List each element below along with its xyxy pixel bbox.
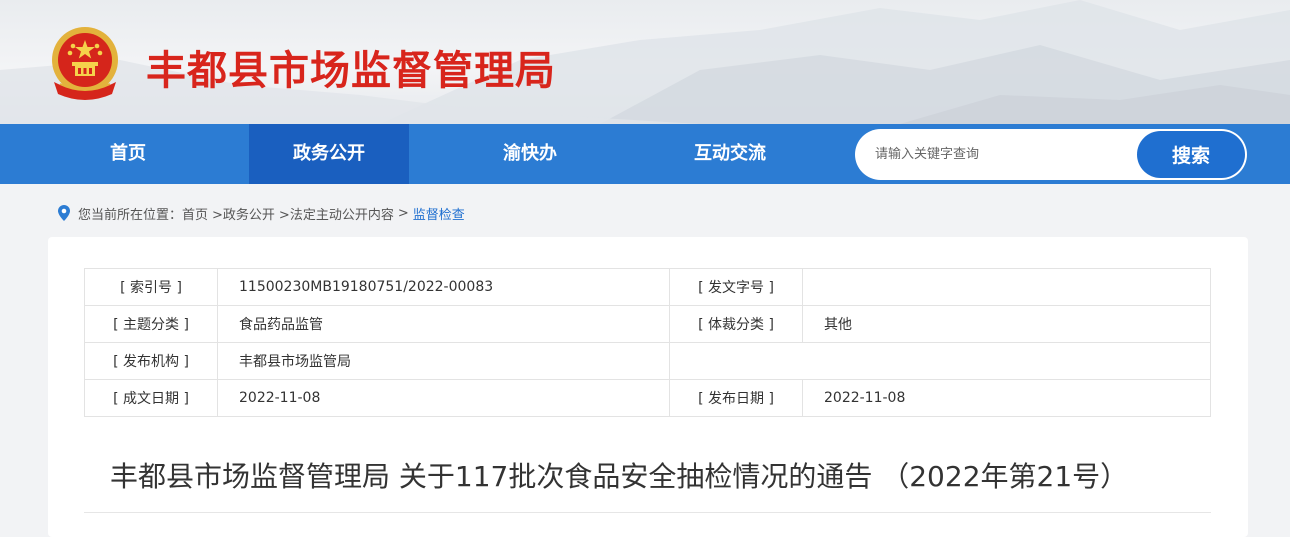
breadcrumb-government-affairs[interactable]: >政务公开 [212,204,275,223]
search-input[interactable] [875,129,1125,180]
table-row: [ 成文日期 ] 2022-11-08 [ 发布日期 ] 2022-11-08 [84,379,1211,417]
publisher-label: [ 发布机构 ] [84,342,218,380]
nav-item-government-affairs[interactable]: 政务公开 [249,124,409,184]
search-button[interactable]: 搜索 [1137,131,1245,178]
location-pin-icon [58,205,70,221]
divider [84,512,1211,513]
nav-item-yukuaiban[interactable]: 渝快办 [450,124,610,184]
site-title[interactable]: 丰都县市场监督管理局 [146,38,556,96]
genre-label: [ 体裁分类 ] [669,305,803,343]
search-box: 搜索 [855,129,1247,180]
breadcrumb: 您当前所在位置：首页 >政务公开 >法定主动公开内容 > 监督检查 [58,203,469,223]
doc-no-label: [ 发文字号 ] [669,268,803,306]
genre-value: 其他 [802,305,1211,343]
published-date-label: [ 发布日期 ] [669,379,803,417]
doc-no-value [802,268,1211,306]
table-row: [ 索引号 ] 11500230MB19180751/2022-00083 [ … [84,268,1211,306]
nav-item-home[interactable]: 首页 [0,124,256,184]
empty-cell [669,342,1211,380]
published-date-value: 2022-11-08 [802,379,1211,417]
created-date-label: [ 成文日期 ] [84,379,218,417]
topic-value: 食品药品监管 [217,305,670,343]
breadcrumb-separator: > [397,205,409,221]
breadcrumb-statutory-disclosure[interactable]: >法定主动公开内容 [279,204,394,223]
table-row: [ 发布机构 ] 丰都县市场监管局 [84,342,1211,380]
nav-item-interaction[interactable]: 互动交流 [650,124,810,184]
national-emblem-icon [52,27,118,100]
publisher-value: 丰都县市场监管局 [217,342,670,380]
index-no-value: 11500230MB19180751/2022-00083 [217,268,670,306]
document-title: 丰都县市场监督管理局 关于117批次食品安全抽检情况的通告 （2022年第21号… [110,460,1129,493]
index-no-label: [ 索引号 ] [84,268,218,306]
breadcrumb-current[interactable]: 监督检查 [413,204,465,223]
topic-label: [ 主题分类 ] [84,305,218,343]
created-date-value: 2022-11-08 [217,379,670,417]
table-row: [ 主题分类 ] 食品药品监管 [ 体裁分类 ] 其他 [84,305,1211,343]
site-header: 丰都县市场监督管理局 [0,0,1290,124]
document-meta-table: [ 索引号 ] 11500230MB19180751/2022-00083 [ … [84,268,1211,417]
breadcrumb-home[interactable]: 您当前所在位置：首页 [78,204,208,223]
